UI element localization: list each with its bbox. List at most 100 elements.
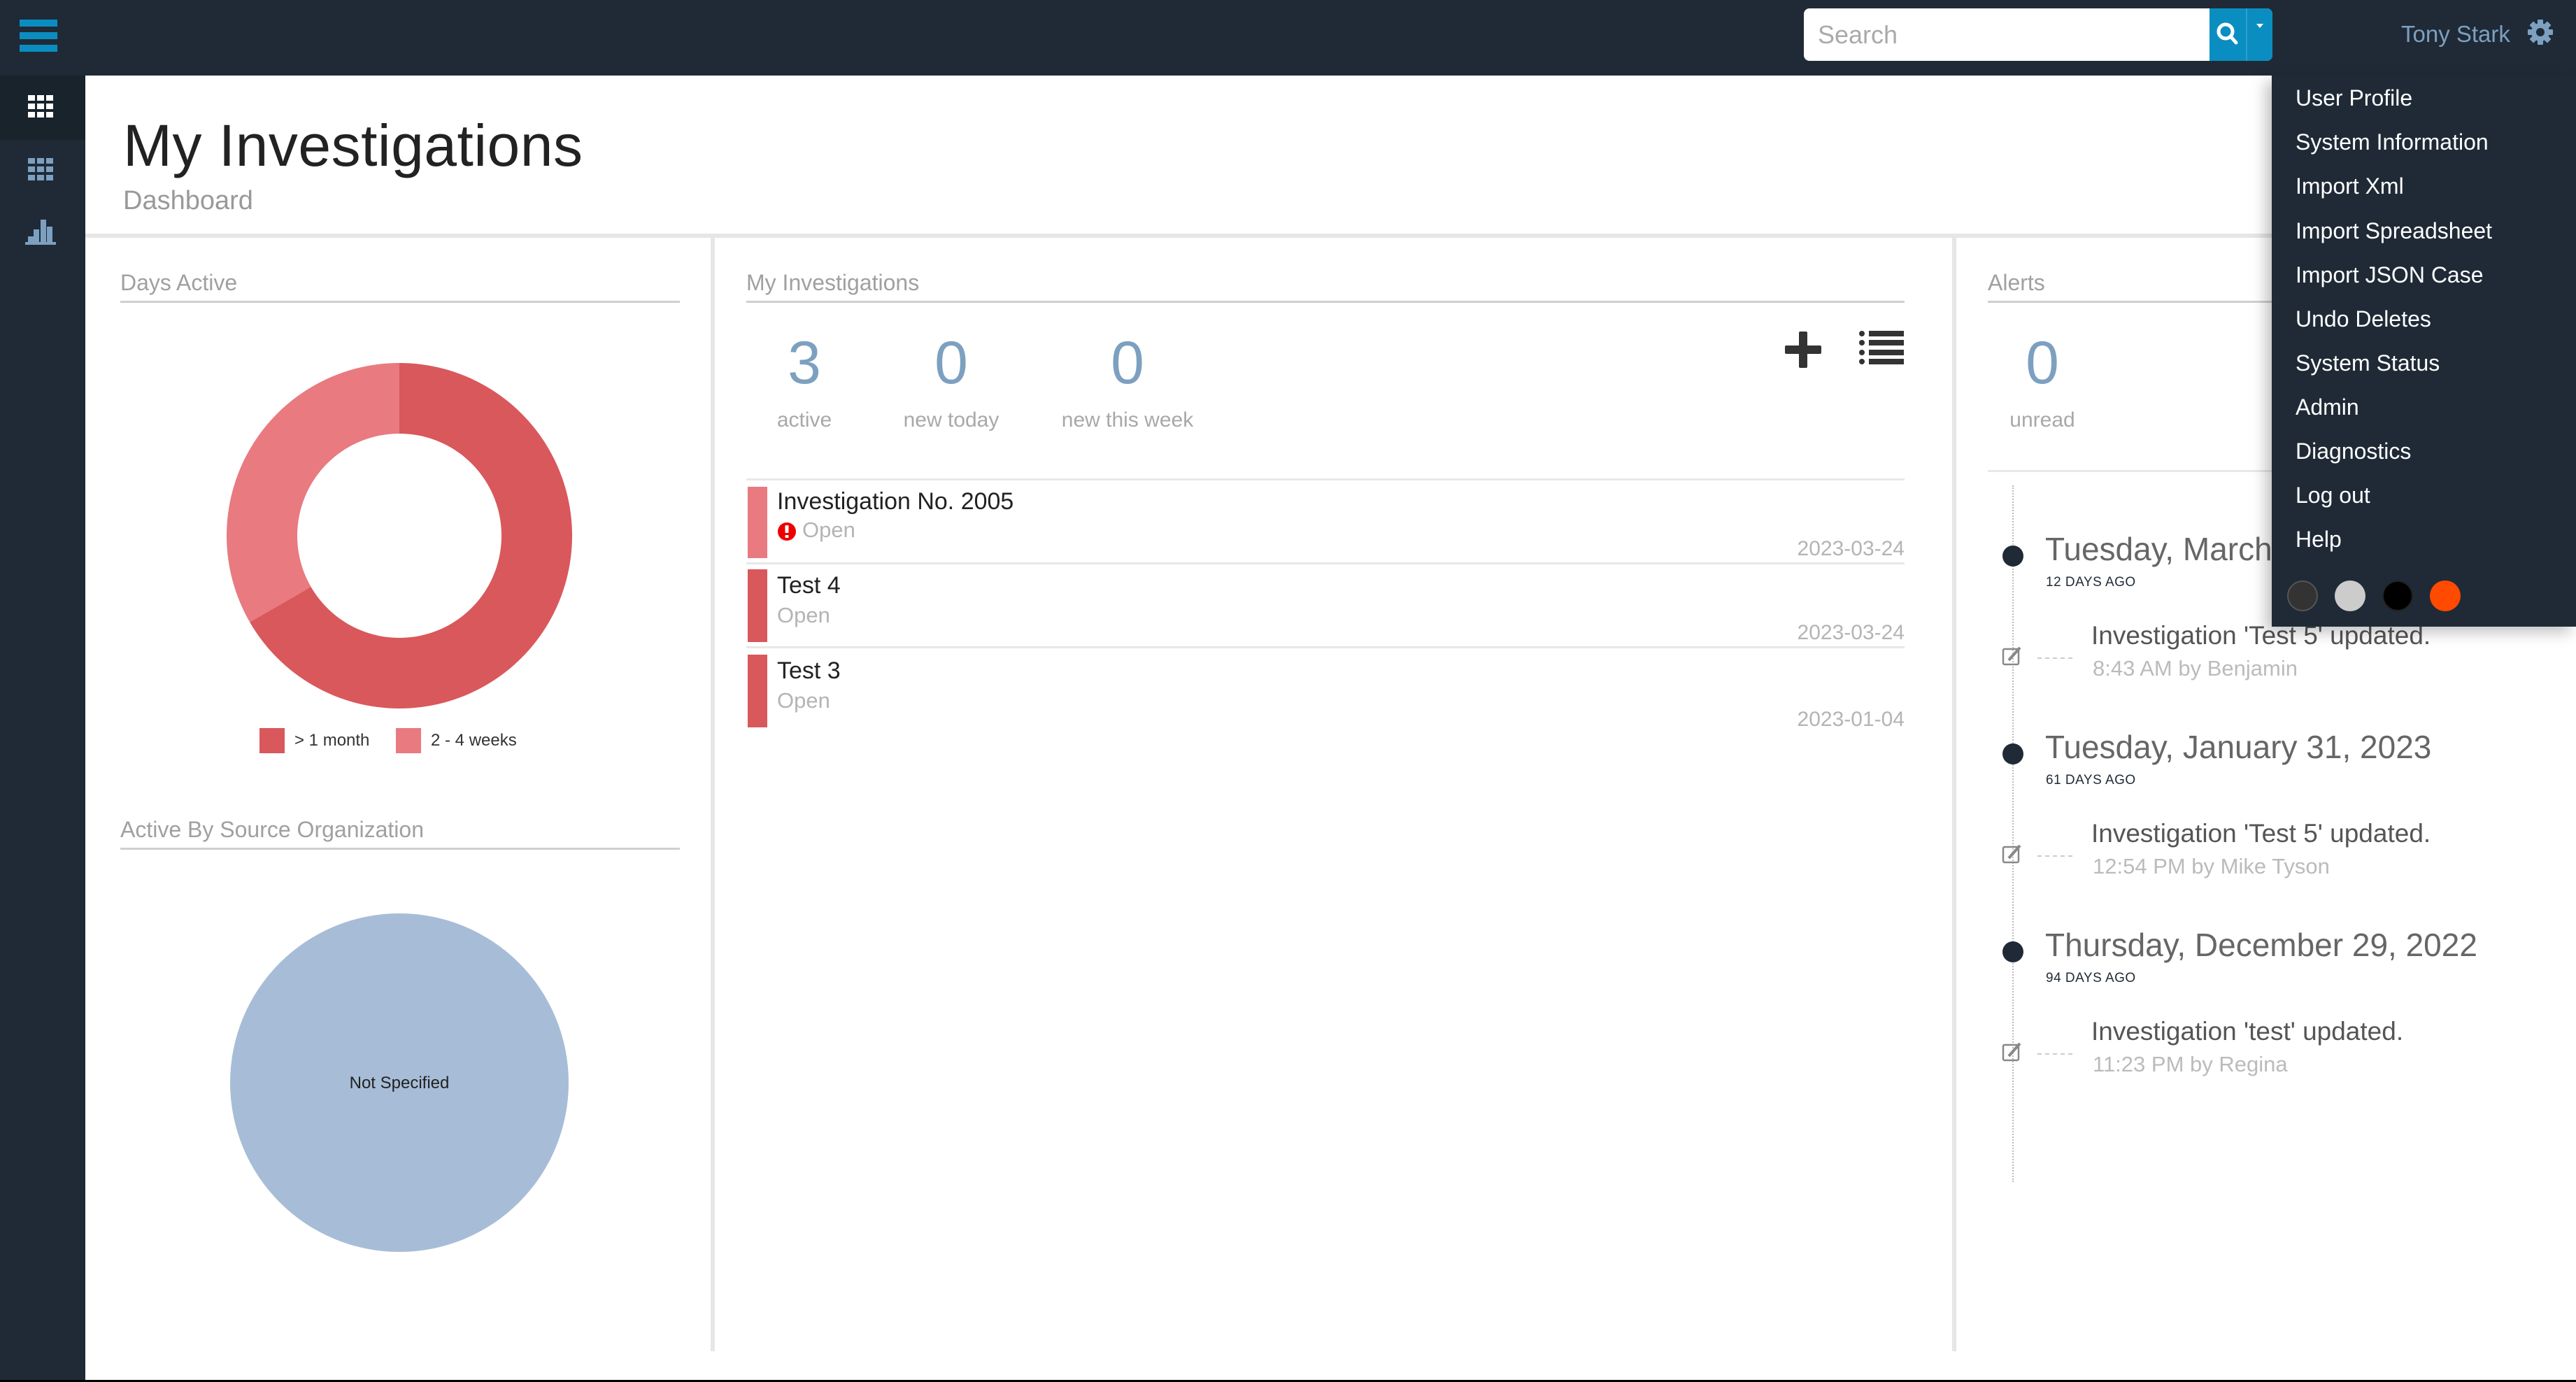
panel-divider: [711, 238, 715, 1351]
timeline-dot: [2002, 941, 2023, 962]
timeline-event-text[interactable]: Investigation 'test' updated.: [2091, 1017, 2403, 1046]
timeline-days-ago: 12 DAYS AGO: [2046, 575, 2136, 590]
timeline-days-ago: 94 DAYS AGO: [2046, 971, 2136, 985]
search-button[interactable]: [2209, 8, 2246, 61]
days-active-rule: [120, 301, 680, 303]
theme-swatch-dark[interactable]: [2287, 580, 2318, 611]
menu-item-system-information[interactable]: System Information: [2296, 129, 2489, 155]
investigation-row[interactable]: Investigation No. 2005 Open 2023-03-24: [746, 487, 1905, 560]
sidebar-item-investigations[interactable]: [0, 138, 85, 203]
gear-icon[interactable]: [2526, 18, 2554, 46]
investigation-row[interactable]: Test 4 Open 2023-03-24: [746, 569, 1905, 644]
caret-down-icon: [2256, 24, 2263, 28]
investigation-status: Open: [802, 518, 855, 542]
timeline-event-meta: 8:43 AM by Benjamin: [2093, 656, 2298, 681]
menu-item-log-out[interactable]: Log out: [2296, 483, 2370, 508]
menu-item-system-status[interactable]: System Status: [2296, 350, 2440, 376]
list-separator: [746, 562, 1905, 564]
investigation-date: 2023-03-24: [1797, 621, 1905, 644]
stat-new-week-label: new this week: [1061, 408, 1194, 432]
search-options-button[interactable]: [2246, 8, 2272, 61]
sidebar: [0, 76, 85, 1380]
investigation-date: 2023-01-04: [1797, 708, 1905, 731]
list-separator: [746, 478, 1905, 480]
menu-item-admin[interactable]: Admin: [2296, 394, 2359, 420]
menu-item-diagnostics[interactable]: Diagnostics: [2296, 439, 2411, 464]
investigation-date: 2023-03-24: [1797, 537, 1905, 560]
timeline-dot: [2002, 546, 2023, 567]
theme-swatch-black[interactable]: [2382, 580, 2413, 611]
investigation-name[interactable]: Test 3: [777, 657, 841, 685]
alerts-unread-value: 0: [2026, 329, 2059, 397]
sidebar-item-reports[interactable]: [0, 201, 85, 266]
source-org-title: Active By Source Organization: [120, 817, 424, 842]
timeline-date: Tuesday, January 31, 2023: [2045, 729, 2432, 765]
source-org-pie-chart: Not Specified: [230, 913, 569, 1252]
legend-label-two-to-four-weeks: 2 - 4 weeks: [431, 731, 517, 750]
timeline-event-text[interactable]: Investigation 'Test 5' updated.: [2091, 819, 2431, 848]
timeline-connector: [2037, 855, 2072, 857]
header-divider: [85, 234, 2576, 238]
stat-new-today-label: new today: [903, 408, 999, 432]
alert-exclamation-icon: [778, 522, 796, 541]
grid-icon: [28, 158, 53, 180]
theme-swatch-orange[interactable]: [2430, 580, 2461, 611]
user-name[interactable]: Tony Stark: [2401, 21, 2510, 48]
my-investigations-title: My Investigations: [746, 270, 920, 295]
menu-item-user-profile[interactable]: User Profile: [2296, 85, 2412, 111]
bar-chart-icon: [25, 220, 56, 245]
menu-item-import-xml[interactable]: Import Xml: [2296, 173, 2404, 199]
search-box: [1804, 8, 2272, 61]
pie-slice-label: Not Specified: [350, 1074, 450, 1092]
theme-swatch-light[interactable]: [2335, 580, 2365, 611]
source-org-rule: [120, 848, 680, 850]
investigation-status: Open: [777, 688, 830, 713]
pie-slice-2-4-weeks[interactable]: [227, 363, 399, 622]
panel-divider: [1952, 238, 1956, 1351]
menu-item-undo-deletes[interactable]: Undo Deletes: [2296, 306, 2431, 332]
plus-icon[interactable]: [1784, 330, 1823, 369]
timeline-days-ago: 61 DAYS AGO: [2046, 773, 2136, 788]
list-icon[interactable]: [1859, 330, 1904, 366]
investigation-color-bar: [748, 487, 767, 558]
alerts-title: Alerts: [1988, 270, 2045, 295]
stat-new-week-value: 0: [1111, 329, 1144, 397]
menu-item-import-spreadsheet[interactable]: Import Spreadsheet: [2296, 218, 2492, 244]
grid-icon: [28, 95, 53, 117]
edit-icon: [2002, 1042, 2021, 1062]
timeline-line: [2012, 485, 2014, 1182]
investigation-color-bar: [748, 655, 767, 727]
list-separator: [746, 646, 1905, 648]
timeline-event-meta: 11:23 PM by Regina: [2093, 1052, 2288, 1076]
legend-swatch-more-than-month: [259, 728, 285, 753]
page-subtitle: Dashboard: [123, 186, 253, 215]
menu-item-help[interactable]: Help: [2296, 527, 2342, 553]
hamburger-icon[interactable]: [20, 20, 57, 52]
menu-item-import-json-case[interactable]: Import JSON Case: [2296, 262, 2484, 288]
timeline-dot: [2002, 743, 2023, 764]
alerts-unread-label: unread: [2009, 408, 2075, 432]
timeline-connector: [2037, 1053, 2072, 1055]
timeline-connector: [2037, 657, 2072, 659]
edit-icon: [2002, 646, 2021, 666]
sidebar-item-dashboard[interactable]: [0, 76, 85, 140]
edit-icon: [2002, 844, 2021, 864]
investigation-name[interactable]: Investigation No. 2005: [777, 488, 1013, 515]
investigation-color-bar: [748, 569, 767, 642]
investigation-row[interactable]: Test 3 Open 2023-01-04: [746, 655, 1905, 731]
stat-new-today-value: 0: [934, 329, 968, 397]
stat-active-label: active: [776, 408, 832, 432]
timeline-event-meta: 12:54 PM by Mike Tyson: [2093, 854, 2330, 878]
investigation-name[interactable]: Test 4: [777, 572, 841, 599]
stat-active-value: 3: [788, 329, 821, 397]
days-active-donut-chart: [227, 363, 572, 708]
user-menu-dropdown: User Profile System Information Import X…: [2272, 76, 2576, 627]
my-investigations-rule: [746, 301, 1905, 303]
days-active-title: Days Active: [120, 270, 238, 295]
search-icon: [2216, 22, 2238, 45]
page-title: My Investigations: [123, 113, 583, 178]
investigation-status: Open: [777, 603, 830, 627]
timeline-date: Thursday, December 29, 2022: [2045, 927, 2477, 963]
search-input[interactable]: [1804, 8, 2216, 61]
legend-label-more-than-month: > 1 month: [294, 731, 370, 750]
